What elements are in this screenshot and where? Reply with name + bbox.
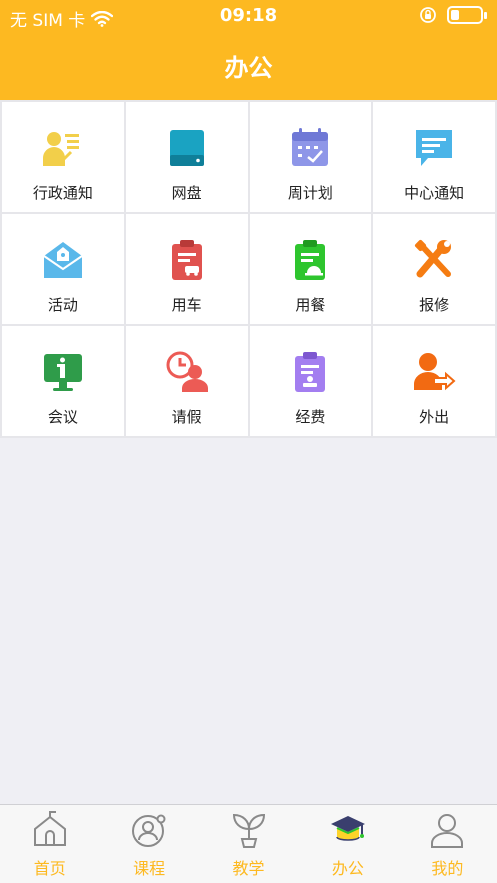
status-bar: 无 SIM 卡 09:18 xyxy=(0,0,497,32)
leave-clock-icon xyxy=(166,351,208,392)
page-title: 办公 xyxy=(224,54,273,82)
menu-item-car[interactable]: 用车 xyxy=(125,214,248,324)
menu-item-repair[interactable]: 报修 xyxy=(373,214,495,324)
car-clipboard-icon xyxy=(171,240,202,280)
cloud-drive-icon xyxy=(169,130,204,166)
menu-item-weekly-plan[interactable]: 周计划 xyxy=(249,102,372,212)
tab-teaching[interactable]: 教学 xyxy=(199,805,298,883)
envelope-icon xyxy=(43,242,83,278)
menu-item-expense[interactable]: 经费 xyxy=(249,326,372,436)
admin-notice-icon xyxy=(42,132,79,166)
wrench-screwdriver-icon xyxy=(415,239,452,278)
menu-label: 经费 xyxy=(295,408,326,426)
menu-label: 报修 xyxy=(419,296,450,314)
menu-item-meeting[interactable]: 会议 xyxy=(2,326,124,436)
message-icon xyxy=(416,130,453,166)
graduation-cap-icon xyxy=(330,816,365,841)
tab-label: 首页 xyxy=(33,859,66,878)
menu-label: 行政通知 xyxy=(32,184,93,202)
tab-label: 课程 xyxy=(133,859,166,878)
menu-label: 周计划 xyxy=(287,184,333,202)
office-menu-grid: 行政通知 网盘 周计划 中心通知 活动 用车 用餐 报修 会议 请假 经费 外出 xyxy=(0,100,497,438)
menu-label: 请假 xyxy=(171,408,202,426)
battery-icon xyxy=(447,6,487,24)
tab-mine[interactable]: 我的 xyxy=(398,805,497,883)
menu-item-center-notice[interactable]: 中心通知 xyxy=(373,102,495,212)
tab-course[interactable]: 课程 xyxy=(99,805,198,883)
menu-label: 用餐 xyxy=(295,296,326,314)
menu-item-admin-notice[interactable]: 行政通知 xyxy=(2,102,124,212)
tab-office[interactable]: 办公 xyxy=(298,805,397,883)
tab-home[interactable]: 首页 xyxy=(0,805,99,883)
tab-label: 办公 xyxy=(331,859,364,878)
menu-label: 会议 xyxy=(47,408,78,426)
meal-clipboard-icon xyxy=(295,240,326,280)
menu-label: 外出 xyxy=(419,408,450,426)
sprout-icon xyxy=(232,813,265,848)
menu-label: 用车 xyxy=(171,296,202,314)
header-bar: 无 SIM 卡 09:18 办公 xyxy=(0,0,497,100)
menu-item-leave[interactable]: 请假 xyxy=(125,326,248,436)
profile-icon xyxy=(431,814,464,848)
menu-label: 网盘 xyxy=(171,184,202,202)
person-out-icon xyxy=(414,353,456,391)
tab-label: 我的 xyxy=(431,859,464,878)
home-icon xyxy=(33,811,66,846)
menu-item-activity[interactable]: 活动 xyxy=(2,214,124,324)
course-icon xyxy=(132,814,166,847)
menu-item-meal[interactable]: 用餐 xyxy=(249,214,372,324)
menu-label: 中心通知 xyxy=(404,184,465,202)
tab-bar: 首页 课程 教学 办公 我的 xyxy=(0,804,497,883)
expense-clipboard-icon xyxy=(295,352,326,392)
rotation-lock-icon xyxy=(420,7,436,23)
menu-label: 活动 xyxy=(47,296,78,314)
calendar-icon xyxy=(292,128,329,166)
meeting-board-icon xyxy=(43,354,82,391)
menu-item-cloud-drive[interactable]: 网盘 xyxy=(125,102,248,212)
tab-label: 教学 xyxy=(232,859,265,878)
menu-item-go-out[interactable]: 外出 xyxy=(373,326,495,436)
